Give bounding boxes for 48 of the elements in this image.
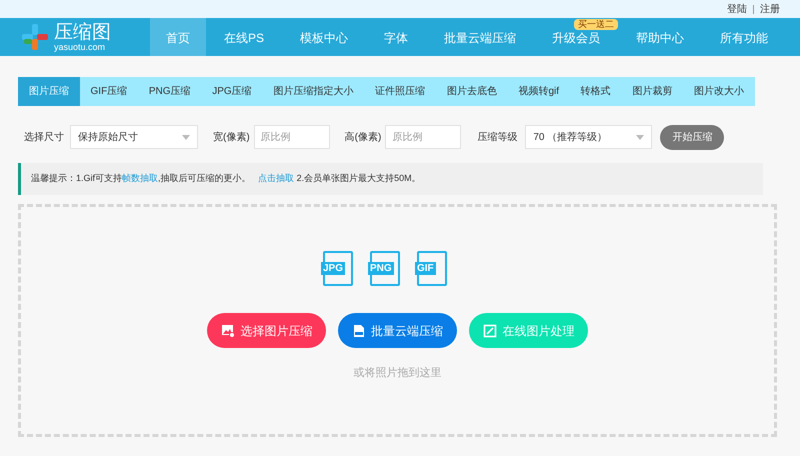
width-field[interactable]: 原比例 — [254, 125, 330, 149]
tip-link[interactable]: 点击抽取 — [258, 173, 294, 184]
file-icon — [352, 324, 365, 338]
caret-icon — [636, 134, 644, 140]
tool-tab[interactable]: 图片压缩指定大小 — [262, 77, 364, 106]
nav-item[interactable]: 字体 — [384, 31, 408, 45]
login-link[interactable]: 登陆 — [727, 2, 747, 16]
tip-link[interactable]: 帧数抽取 — [122, 173, 158, 184]
size-label: 选择尺寸 — [24, 130, 64, 144]
file-type-icon: PNG — [370, 251, 400, 286]
nav-item[interactable]: 模板中心 — [300, 31, 348, 45]
file-type-icon: GIF — [417, 251, 447, 286]
tool-tab[interactable]: 图片压缩 — [18, 77, 80, 106]
tool-tab[interactable]: 转格式 — [570, 77, 622, 106]
drop-zone[interactable]: JPG PNG GIF 选择图片压缩 批量云端压缩 在线图片处理 或将照片拖到这里 — [18, 204, 777, 437]
nav-item[interactable]: 批量云端压缩 — [444, 31, 516, 45]
start-button[interactable]: 开始压缩 — [660, 124, 724, 150]
action-button[interactable]: 选择图片压缩 — [207, 313, 326, 348]
caret-icon — [182, 134, 190, 140]
tool-tab[interactable]: GIF压缩 — [80, 77, 138, 106]
nav-item[interactable]: 所有功能 — [720, 31, 768, 45]
tool-tab[interactable]: 图片裁剪 — [622, 77, 684, 106]
logo-icon — [20, 22, 50, 52]
tool-tab[interactable]: 视频转gif — [508, 77, 570, 106]
height-field[interactable]: 原比例 — [385, 125, 462, 149]
logo-name: 压缩图 — [54, 22, 111, 42]
logo-domain: yasuotu.com — [54, 42, 106, 52]
tool-tab[interactable]: PNG压缩 — [138, 77, 202, 106]
edit-icon — [482, 324, 496, 338]
tool-tab[interactable]: 证件照压缩 — [364, 77, 436, 106]
tool-tab[interactable]: 图片去底色 — [436, 77, 508, 106]
image-icon — [220, 324, 234, 338]
promo-badge: 买一送二 — [574, 19, 618, 30]
tool-tab[interactable]: JPG压缩 — [201, 77, 263, 106]
level-label: 压缩等级 — [477, 130, 518, 144]
nav-item[interactable]: 升级会员 — [552, 31, 600, 45]
size-select[interactable]: 保持原始尺寸 — [70, 125, 198, 149]
tip-text: 温馨提示：1.Gif可支持帧数抽取,抽取后可压缩的更小。 点击抽取 2.会员单张图片最大支持50M。 — [31, 172, 421, 186]
tool-tab[interactable]: 图片改大小 — [683, 77, 755, 106]
register-link[interactable]: 注册 — [760, 2, 780, 16]
width-label: 宽(像素) — [213, 130, 250, 144]
nav-item[interactable]: 帮助中心 — [636, 31, 684, 45]
height-label: 高(像素) — [344, 130, 382, 144]
action-button[interactable]: 批量云端压缩 — [338, 313, 457, 348]
drop-hint: 或将照片拖到这里 — [354, 366, 442, 381]
level-select[interactable]: 70 （推荐等级） — [525, 125, 652, 149]
nav-item[interactable]: 在线PS — [224, 31, 264, 45]
file-type-icon: JPG — [323, 251, 353, 286]
